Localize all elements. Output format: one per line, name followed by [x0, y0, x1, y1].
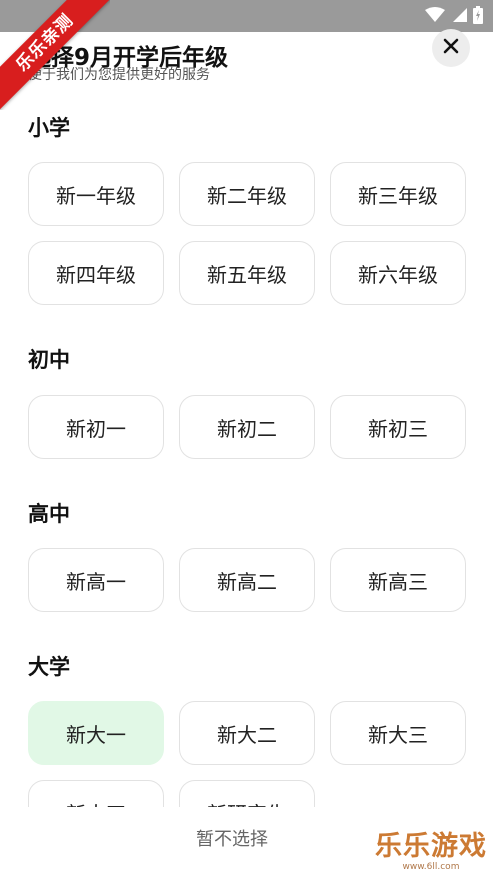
section-title-primary: 小学: [28, 116, 70, 140]
watermark-ribbon: 乐乐亲测: [0, 0, 110, 110]
watermark-ribbon-text: 乐乐亲测: [0, 0, 110, 110]
grade-option[interactable]: 新大四: [28, 780, 164, 807]
section-title-university: 大学: [28, 655, 70, 679]
wifi-icon: [425, 7, 445, 23]
grade-option[interactable]: 新初三: [330, 395, 466, 459]
signal-icon: [451, 7, 467, 23]
section-title-senior: 高中: [28, 502, 70, 526]
close-button[interactable]: [432, 29, 470, 67]
grade-option[interactable]: 新大三: [330, 701, 466, 765]
grade-option[interactable]: 新六年级: [330, 241, 466, 305]
senior-options: 新高一 新高二 新高三: [28, 548, 466, 612]
grade-select-sheet: 选择9月开学后年级 便于我们为您提供更好的服务 小学 新一年级 新二年级 新三年…: [0, 29, 493, 878]
skip-button[interactable]: 暂不选择: [196, 825, 268, 851]
grade-option[interactable]: 新高三: [330, 548, 466, 612]
watermark-title: 乐乐游戏: [375, 831, 487, 862]
watermark-url: www.6ll.com: [402, 862, 460, 872]
grade-option[interactable]: 新四年级: [28, 241, 164, 305]
grade-option[interactable]: 新二年级: [179, 162, 315, 226]
grade-option[interactable]: 新一年级: [28, 162, 164, 226]
grade-option[interactable]: 新初二: [179, 395, 315, 459]
junior-options: 新初一 新初二 新初三: [28, 395, 466, 459]
grade-option[interactable]: 新三年级: [330, 162, 466, 226]
grade-list[interactable]: 小学 新一年级 新二年级 新三年级 新四年级 新五年级 新六年级 初中 新初一 …: [0, 92, 493, 807]
watermark-logo: 乐乐游戏 www.6ll.com: [375, 831, 487, 873]
primary-options: 新一年级 新二年级 新三年级 新四年级 新五年级 新六年级: [28, 162, 466, 305]
grade-option[interactable]: 新大二: [179, 701, 315, 765]
section-title-junior: 初中: [28, 348, 70, 372]
university-options: 新大一 新大二 新大三 新大四 新研究生: [28, 701, 466, 807]
grade-option[interactable]: 新五年级: [179, 241, 315, 305]
grade-option[interactable]: 新高一: [28, 548, 164, 612]
close-icon: [443, 38, 459, 58]
battery-icon: [473, 6, 483, 24]
grade-option[interactable]: 新初一: [28, 395, 164, 459]
grade-option[interactable]: 新高二: [179, 548, 315, 612]
grade-option-selected[interactable]: 新大一: [28, 701, 164, 765]
grade-option[interactable]: 新研究生: [179, 780, 315, 807]
